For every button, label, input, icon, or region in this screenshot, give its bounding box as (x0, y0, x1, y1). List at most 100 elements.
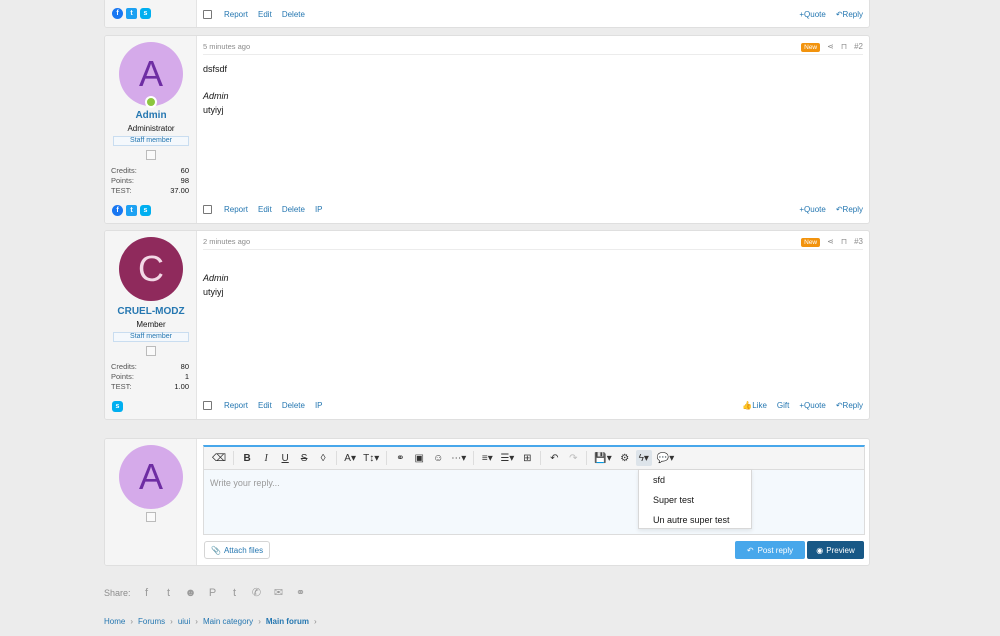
reply-link[interactable]: ↶Reply (836, 401, 863, 410)
breadcrumb-uiui[interactable]: uiui (178, 617, 190, 626)
facebook-icon[interactable]: f (112, 8, 123, 19)
edit-link[interactable]: Edit (258, 205, 272, 214)
select-checkbox[interactable] (203, 204, 212, 214)
pinterest-icon[interactable]: P (207, 587, 219, 599)
user-column: A Admin Administrator Staff member Credi… (105, 36, 197, 223)
delete-link[interactable]: Delete (282, 401, 305, 410)
stat-test: TEST: 37.00 (111, 186, 189, 195)
breadcrumb-main-category[interactable]: Main category (203, 617, 253, 626)
post-number[interactable]: #2 (854, 41, 863, 53)
dropdown-item[interactable]: Super test (639, 490, 751, 510)
social-links: f t s (112, 205, 151, 216)
tumblr-icon[interactable]: t (229, 587, 241, 599)
quick-reply: A ⌫ B I U S ◊ A▾ T↕▾ ⚭ ▣ ☺ ⋯▾ ≡▾ ☰▾ ⊞ ↶ … (104, 438, 870, 566)
delete-link[interactable]: Delete (282, 10, 305, 19)
ip-link[interactable]: IP (315, 205, 323, 214)
select-checkbox[interactable] (203, 400, 212, 410)
attach-files-button[interactable]: 📎 Attach files (204, 541, 271, 559)
skype-icon[interactable]: s (140, 8, 151, 19)
skype-icon[interactable]: s (112, 401, 123, 412)
share-icon[interactable]: ⋖ (827, 41, 834, 53)
facebook-icon[interactable]: f (141, 587, 153, 599)
post-content: dsfsdf Admin utyiyj (203, 62, 229, 117)
user-title: Administrator (127, 124, 175, 133)
username[interactable]: Admin (105, 110, 197, 121)
breadcrumb-home[interactable]: Home (104, 617, 125, 626)
ip-link[interactable]: IP (315, 401, 323, 410)
underline-icon[interactable]: U (277, 450, 293, 466)
dropdown-item[interactable]: Un autre super test (639, 510, 751, 530)
reddit-icon[interactable]: ☻ (185, 587, 197, 599)
bookmark-icon[interactable]: ⊓ (841, 41, 847, 53)
twitter-icon[interactable]: t (126, 8, 137, 19)
align-icon[interactable]: ≡▾ (479, 450, 495, 466)
attach-label: Attach files (223, 545, 264, 555)
post-time[interactable]: 5 minutes ago (203, 42, 250, 51)
email-icon[interactable]: ✉ (273, 586, 285, 599)
dropdown-item[interactable]: sfd (639, 470, 751, 490)
edit-link[interactable]: Edit (258, 10, 272, 19)
undo-icon[interactable]: ↶ (546, 450, 562, 466)
redo-icon[interactable]: ↷ (565, 450, 581, 466)
link-icon[interactable]: ⚭ (392, 450, 408, 466)
editor-placeholder: Write your reply... (210, 478, 280, 488)
image-icon[interactable]: ▣ (411, 450, 427, 466)
bold-icon[interactable]: B (239, 450, 255, 466)
twitter-icon[interactable]: t (163, 587, 175, 599)
report-link[interactable]: Report (224, 401, 248, 410)
new-badge: New (801, 42, 821, 52)
drafts-icon[interactable]: 💾▾ (592, 450, 613, 466)
facebook-icon[interactable]: f (112, 205, 123, 216)
text-color-icon[interactable]: ◊ (315, 450, 331, 466)
quote-link[interactable]: +Quote (799, 205, 825, 214)
custom-bbcode-icon[interactable]: ϟ▾ (635, 450, 652, 466)
post-actions: Report Edit Delete IP +Quote ↶Reply (203, 203, 863, 215)
editor-toolbar: ⌫ B I U S ◊ A▾ T↕▾ ⚭ ▣ ☺ ⋯▾ ≡▾ ☰▾ ⊞ ↶ ↷ … (203, 445, 865, 469)
breadcrumb-forums[interactable]: Forums (138, 617, 165, 626)
whatsapp-icon[interactable]: ✆ (251, 586, 263, 599)
avatar[interactable]: C (119, 237, 183, 301)
report-link[interactable]: Report (224, 205, 248, 214)
share-bar: Share: f t ☻ P t ✆ ✉ ⚭ (104, 586, 307, 600)
reply-editor[interactable]: Write your reply... (203, 469, 865, 535)
quote-link[interactable]: +Quote (799, 10, 825, 19)
reply-link[interactable]: ↶Reply (836, 205, 863, 214)
preview-button[interactable]: ◉ Preview (807, 541, 864, 559)
post-number[interactable]: #3 (854, 236, 863, 248)
share-icon[interactable]: ⋖ (827, 236, 834, 248)
post-time[interactable]: 2 minutes ago (203, 237, 250, 246)
select-checkbox[interactable] (203, 9, 212, 19)
social-links: f t s (112, 8, 151, 19)
skype-icon[interactable]: s (140, 205, 151, 216)
twitter-icon[interactable]: t (126, 205, 137, 216)
table-icon[interactable]: ⊞ (519, 450, 535, 466)
edit-link[interactable]: Edit (258, 401, 272, 410)
staff-badge: Staff member (113, 332, 189, 342)
link-icon[interactable]: ⚭ (295, 586, 307, 599)
settings-icon[interactable]: ⚙ (617, 450, 633, 466)
bookmark-icon[interactable]: ⊓ (841, 236, 847, 248)
post-reply-button[interactable]: ↶ Post reply (735, 541, 805, 559)
breadcrumb-main-forum[interactable]: Main forum (266, 617, 309, 626)
post-content: Admin utyiyj (203, 271, 229, 299)
stat-points: Points: 98 (111, 176, 189, 185)
clear-formatting-icon[interactable]: ⌫ (210, 450, 228, 466)
avatar[interactable]: A (119, 445, 183, 509)
font-family-icon[interactable]: A▾ (342, 450, 358, 466)
italic-icon[interactable]: I (258, 450, 274, 466)
smilie-icon[interactable]: ☺ (430, 450, 446, 466)
strikethrough-icon[interactable]: S (296, 450, 312, 466)
delete-link[interactable]: Delete (282, 205, 305, 214)
username[interactable]: CRUEL-MODZ (105, 306, 197, 317)
gift-link[interactable]: Gift (777, 401, 789, 410)
quote-text: utyiyj (203, 105, 224, 115)
font-size-icon[interactable]: T↕▾ (361, 450, 381, 466)
list-icon[interactable]: ☰▾ (498, 450, 516, 466)
more-icon[interactable]: ⋯▾ (449, 450, 468, 466)
insert-quote-icon[interactable]: 💬▾ (655, 450, 676, 466)
like-link[interactable]: 👍Like (742, 401, 767, 410)
user-column: A (105, 439, 197, 565)
reply-link[interactable]: ↶Reply (836, 10, 863, 19)
quote-link[interactable]: +Quote (799, 401, 825, 410)
report-link[interactable]: Report (224, 10, 248, 19)
